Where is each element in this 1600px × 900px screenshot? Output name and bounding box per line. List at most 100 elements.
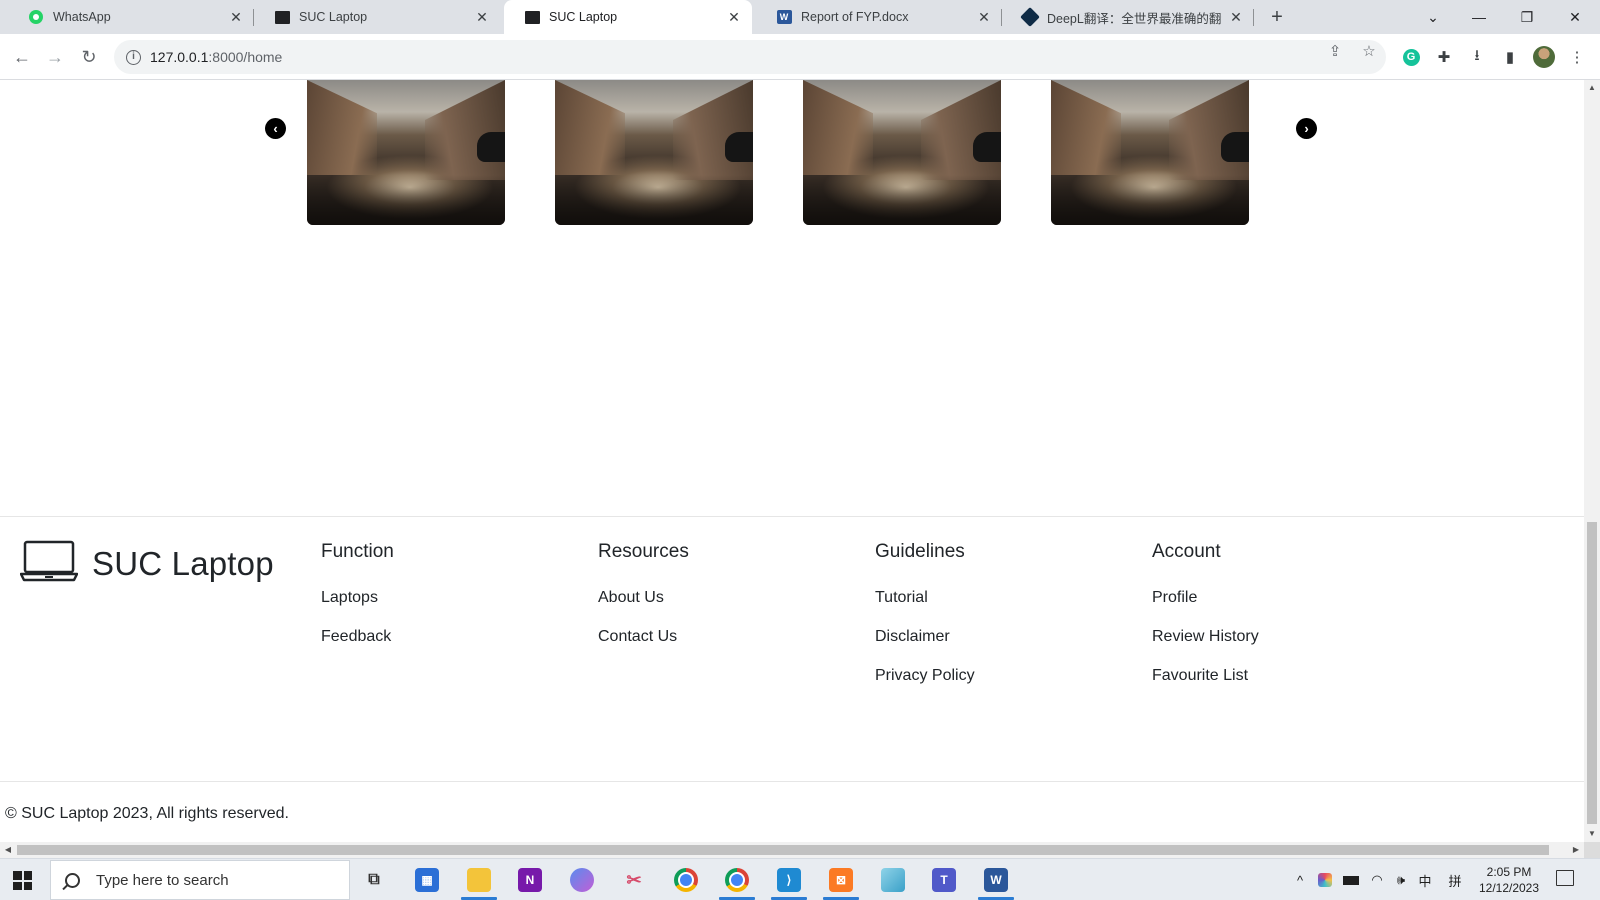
wifi-icon[interactable]: ◠ [1366, 859, 1388, 900]
grammarly-icon[interactable]: G [1400, 46, 1422, 68]
chrome-active-icon[interactable] [714, 859, 760, 900]
tab-search-chevron-icon[interactable]: ⌄ [1410, 0, 1456, 34]
restore-button[interactable]: ❐ [1504, 0, 1550, 34]
clock-time: 2:05 PM [1486, 865, 1532, 879]
tab-suc-laptop[interactable]: SUC Laptop ✕ [254, 0, 500, 34]
scroll-up-arrow-icon[interactable]: ▲ [1584, 80, 1600, 96]
xampp-icon[interactable]: ⊠ [818, 859, 864, 900]
volume-icon[interactable]: 🕪 [1390, 859, 1412, 900]
bookmark-star-icon[interactable]: ☆ [1359, 42, 1379, 62]
tab-deepl[interactable]: DeepL翻译：全世界最准确的翻译 ✕ [1002, 0, 1254, 34]
taskbar-search-box[interactable]: Type here to search [50, 860, 350, 900]
taskbar-search-placeholder: Type here to search [96, 871, 229, 889]
footer-link-contact-us[interactable]: Contact Us [598, 628, 689, 646]
battery-icon[interactable] [1340, 859, 1362, 900]
footer-heading: Guidelines [875, 541, 965, 562]
tab-label: SUC Laptop [549, 10, 618, 24]
footer-link-favourite-list[interactable]: Favourite List [1152, 667, 1259, 685]
carousel-image[interactable] [803, 80, 1001, 225]
vertical-scroll-thumb[interactable] [1587, 522, 1597, 824]
share-icon[interactable]: ⇪ [1325, 42, 1345, 62]
url-path: :8000/home [208, 49, 283, 65]
carousel-image[interactable] [1051, 80, 1249, 225]
task-view-icon[interactable]: ⧉ [351, 859, 397, 900]
copyright-divider [0, 781, 1584, 782]
horizontal-scrollbar[interactable]: ◀ ▶ [0, 842, 1584, 858]
tab-whatsapp[interactable]: WhatsApp ✕ [8, 0, 254, 34]
tab-report-docx[interactable]: W Report of FYP.docx ✕ [756, 0, 1002, 34]
carousel-next-button[interactable]: › [1296, 118, 1317, 139]
profile-avatar[interactable] [1533, 46, 1555, 68]
teams-icon[interactable]: T [921, 859, 967, 900]
tab-label: WhatsApp [53, 10, 111, 24]
vertical-scrollbar[interactable]: ▲ ▼ [1584, 80, 1600, 842]
scroll-right-arrow-icon[interactable]: ▶ [1568, 842, 1584, 858]
footer-link-tutorial[interactable]: Tutorial [875, 589, 975, 607]
forward-arrow-icon[interactable]: → [43, 45, 67, 69]
address-bar[interactable]: i 127.0.0.1:8000/home [114, 40, 1386, 74]
url-text[interactable]: 127.0.0.1:8000/home [150, 49, 282, 65]
footer-column-account: Account Profile Review History Favourite… [1152, 541, 1259, 706]
reload-icon[interactable]: ↻ [77, 45, 101, 69]
footer-link-feedback[interactable]: Feedback [321, 628, 394, 646]
carousel-image[interactable] [307, 80, 505, 225]
footer-heading: Account [1152, 541, 1221, 562]
tray-overflow-chevron-icon[interactable]: ^ [1290, 859, 1310, 900]
side-panel-icon[interactable]: ▮ [1499, 46, 1521, 68]
word-icon[interactable]: W [973, 859, 1019, 900]
clock-date: 12/12/2023 [1478, 881, 1540, 895]
footer-brand[interactable]: SUC Laptop [19, 540, 274, 587]
extensions-puzzle-icon[interactable]: ✚ [1433, 46, 1455, 68]
page-viewport: ‹ › SUC Laptop Function Laptops Feedback… [0, 80, 1584, 842]
search-icon [65, 872, 80, 888]
footer-link-review-history[interactable]: Review History [1152, 628, 1259, 646]
monitor-icon [274, 9, 290, 25]
deepl-icon [1020, 7, 1040, 27]
file-explorer-icon[interactable] [456, 859, 502, 900]
footer-column-resources: Resources About Us Contact Us [598, 541, 689, 667]
snipping-tool-icon[interactable]: ✂ [611, 859, 657, 900]
microsoft-store-icon[interactable]: ▦ [404, 859, 450, 900]
windows-taskbar: Type here to search ⧉ ▦ N ✂ ⟩ ⊠ T W ^ ◠ … [0, 858, 1600, 900]
horizontal-scroll-thumb[interactable] [17, 845, 1549, 855]
ime-mode-indicator[interactable]: 拼 [1444, 859, 1466, 900]
close-icon[interactable]: ✕ [1228, 9, 1244, 25]
close-icon[interactable]: ✕ [228, 9, 244, 25]
footer-link-laptops[interactable]: Laptops [321, 589, 394, 607]
menu-kebab-icon[interactable]: ⋮ [1566, 46, 1588, 68]
back-arrow-icon[interactable]: ← [10, 45, 34, 69]
windows-start-icon[interactable] [13, 871, 32, 890]
footer-heading: Resources [598, 541, 689, 562]
carousel-prev-button[interactable]: ‹ [265, 118, 286, 139]
tab-label: Report of FYP.docx [801, 10, 909, 24]
vscode-icon[interactable]: ⟩ [766, 859, 812, 900]
tab-suc-laptop-active[interactable]: SUC Laptop ✕ [504, 0, 752, 34]
footer-link-privacy-policy[interactable]: Privacy Policy [875, 667, 975, 685]
word-icon: W [776, 9, 792, 25]
close-icon[interactable]: ✕ [726, 9, 742, 25]
close-icon[interactable]: ✕ [976, 9, 992, 25]
ime-language-indicator[interactable]: 中 [1414, 859, 1436, 900]
taskbar-clock[interactable]: 2:05 PM 12/12/2023 [1470, 864, 1548, 896]
scroll-down-arrow-icon[interactable]: ▼ [1584, 826, 1600, 842]
footer-heading: Function [321, 541, 394, 562]
laptop-icon [19, 540, 79, 587]
notepad-icon[interactable] [870, 859, 916, 900]
footer-link-profile[interactable]: Profile [1152, 589, 1259, 607]
minimize-button[interactable]: — [1456, 0, 1502, 34]
site-info-icon[interactable]: i [126, 49, 141, 65]
close-window-button[interactable]: ✕ [1552, 0, 1598, 34]
url-host: 127.0.0.1 [150, 49, 209, 65]
footer-link-about-us[interactable]: About Us [598, 589, 689, 607]
download-icon[interactable]: ⭳ [1466, 46, 1488, 68]
copilot-icon[interactable] [559, 859, 605, 900]
color-app-tray-icon[interactable] [1314, 859, 1336, 900]
scroll-left-arrow-icon[interactable]: ◀ [0, 842, 16, 858]
onenote-icon[interactable]: N [507, 859, 553, 900]
carousel-image[interactable] [555, 80, 753, 225]
chrome-icon[interactable] [663, 859, 709, 900]
close-icon[interactable]: ✕ [474, 9, 490, 25]
footer-link-disclaimer[interactable]: Disclaimer [875, 628, 975, 646]
new-tab-button[interactable]: + [1266, 6, 1288, 28]
notification-center-icon[interactable] [1556, 870, 1574, 886]
